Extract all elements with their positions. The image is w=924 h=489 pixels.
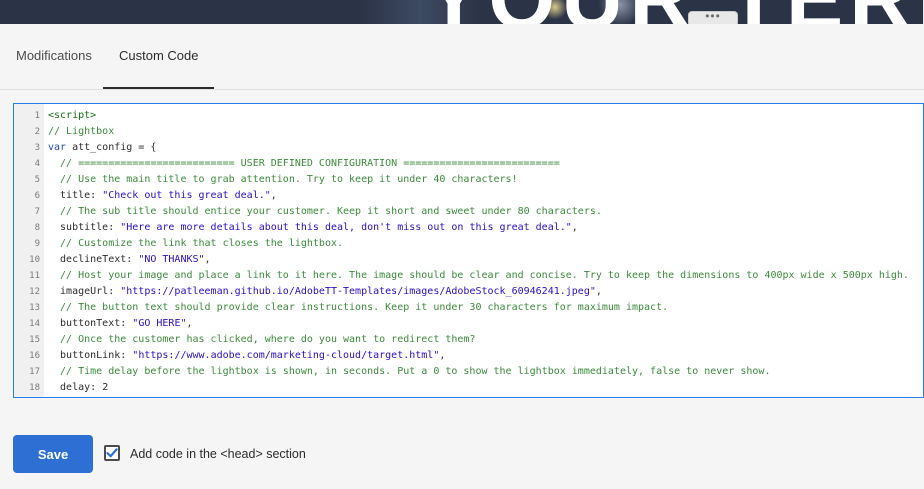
code-text: buttonLink: "https://www.adobe.com/marke… [48, 350, 446, 361]
line-number: 1 [34, 111, 40, 121]
code-line[interactable]: 17 // Time delay before the lightbox is … [14, 364, 770, 380]
code-text: declineText: "NO THANKS", [48, 254, 211, 265]
line-number: 16 [29, 351, 40, 361]
code-text: // Lightbox [48, 126, 115, 137]
code-line[interactable]: 9 // Customize the link that closes the … [14, 236, 343, 252]
line-number: 10 [29, 255, 40, 265]
code-line[interactable]: 2 // Lightbox [14, 124, 115, 140]
code-line[interactable]: 3 var att_config = { [14, 140, 157, 156]
line-number: 9 [34, 239, 40, 249]
code-text: buttonText: "GO HERE", [48, 318, 193, 329]
code-line[interactable]: 16 buttonLink: "https://www.adobe.com/ma… [14, 348, 445, 364]
checkmark-icon [106, 448, 118, 458]
code-text: delay: 2 [48, 382, 109, 393]
code-line[interactable]: 11 // Host your image and place a link t… [14, 268, 909, 284]
line-number: 13 [29, 303, 40, 313]
line-number: 6 [34, 191, 40, 201]
line-number: 5 [34, 175, 40, 185]
code-line[interactable]: 7 // The sub title should entice your cu… [14, 204, 602, 220]
preview-banner: YOUR TERMS [0, 0, 924, 24]
line-number: 8 [34, 223, 40, 233]
code-line[interactable]: 15 // Once the customer has clicked, whe… [14, 332, 475, 348]
code-text: // Time delay before the lightbox is sho… [48, 366, 771, 377]
code-line[interactable]: 18 delay: 2 [14, 380, 108, 396]
code-text: // The button text should provide clear … [48, 302, 669, 313]
line-number: 7 [34, 207, 40, 217]
code-line[interactable]: 10 declineText: "NO THANKS", [14, 252, 210, 268]
code-text: // ========================== USER DEFIN… [48, 158, 560, 169]
code-text: subtitle: "Here are more details about t… [48, 222, 578, 233]
code-line[interactable]: 5 // Use the main title to grab attentio… [14, 172, 518, 188]
code-line[interactable]: 8 subtitle: "Here are more details about… [14, 220, 578, 236]
code-text: title: "Check out this great deal.", [48, 190, 277, 201]
code-line[interactable]: 13 // The button text should provide cle… [14, 300, 668, 316]
code-text: var att_config = { [48, 142, 157, 153]
code-line[interactable]: 12 imageUrl: "https://patleeman.github.i… [14, 284, 602, 300]
line-number: 4 [34, 159, 40, 169]
line-number: 15 [29, 335, 40, 345]
code-text: // Host your image and place a link to i… [48, 270, 909, 281]
line-number: 11 [29, 271, 40, 281]
code-text: // Use the main title to grab attention.… [48, 174, 518, 185]
code-text: // Once the customer has clicked, where … [48, 334, 476, 345]
banner-headline: YOUR TERMS [425, 0, 924, 24]
line-number: 12 [29, 287, 40, 297]
line-number: 2 [34, 127, 40, 137]
code-line[interactable]: 14 buttonText: "GO HERE", [14, 316, 192, 332]
head-section-checkbox-label: Add code in the <head> section [130, 447, 306, 461]
line-number: 3 [34, 143, 40, 153]
tab-modifications[interactable]: Modifications [16, 24, 92, 88]
code-line[interactable]: 4 // ========================== USER DEF… [14, 156, 560, 172]
line-number: 14 [29, 319, 40, 329]
code-text: <script> [48, 110, 97, 121]
code-editor[interactable]: 1 <script> 2 // Lightbox 3 var att_config = {… [13, 103, 924, 398]
line-number: 17 [29, 367, 40, 377]
save-button[interactable]: Save [13, 435, 93, 473]
tab-bar: Modifications Custom Code [0, 24, 924, 90]
code-line[interactable]: 1 <script> [14, 108, 97, 124]
tab-custom-code[interactable]: Custom Code [102, 24, 216, 89]
head-section-checkbox[interactable] [104, 445, 120, 461]
code-line[interactable]: 6 title: "Check out this great deal.", [14, 188, 277, 204]
line-number: 18 [29, 383, 40, 393]
code-text: imageUrl: "https://patleeman.github.io/A… [48, 286, 602, 297]
code-text: // Customize the link that closes the li… [48, 238, 344, 249]
code-text: // The sub title should entice your cust… [48, 206, 602, 217]
